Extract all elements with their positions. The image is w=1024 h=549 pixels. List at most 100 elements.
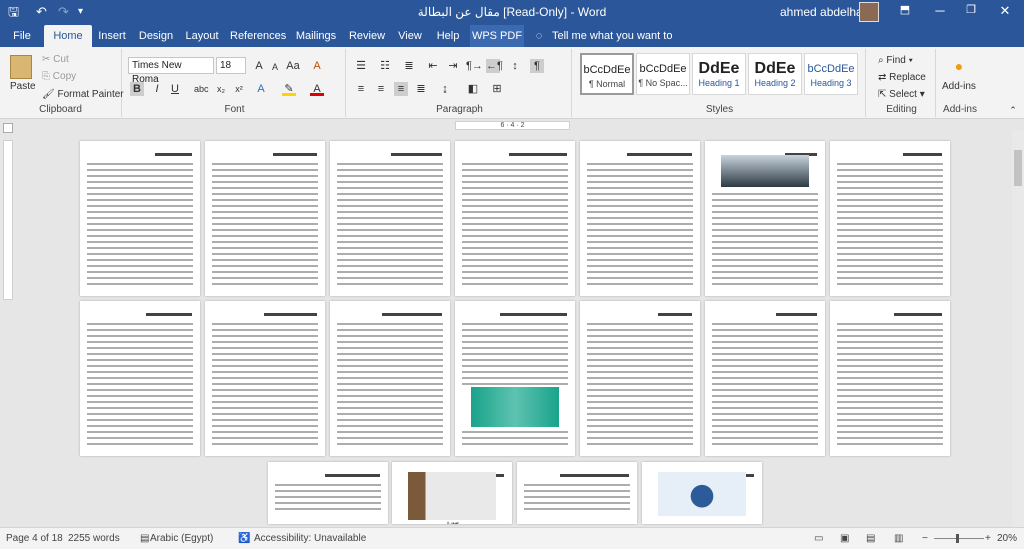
zoom-slider[interactable] bbox=[934, 538, 984, 539]
shrink-font-icon[interactable]: A bbox=[268, 60, 282, 74]
page-thumbnail[interactable] bbox=[517, 462, 637, 524]
zoom-out-icon[interactable]: − bbox=[922, 533, 928, 544]
decrease-indent-icon[interactable]: ⇤ bbox=[426, 59, 440, 73]
page-thumbnail[interactable] bbox=[830, 141, 950, 296]
strikethrough-icon[interactable]: abc bbox=[194, 82, 209, 96]
addins-icon[interactable]: ● bbox=[952, 59, 966, 73]
tab-mailings[interactable]: Mailings bbox=[292, 25, 340, 47]
bold-icon[interactable]: B bbox=[130, 82, 144, 96]
page-thumbnail[interactable] bbox=[705, 301, 825, 456]
ltr-icon[interactable]: ¶→ bbox=[466, 59, 483, 73]
italic-icon[interactable]: I bbox=[150, 82, 164, 96]
vertical-scrollbar[interactable] bbox=[1012, 130, 1024, 527]
word-count[interactable]: 2255 words bbox=[68, 533, 120, 544]
page-thumbnail[interactable] bbox=[580, 141, 700, 296]
grow-font-icon[interactable]: A bbox=[252, 59, 266, 73]
page-thumbnail[interactable] bbox=[642, 462, 762, 524]
ribbon-display-icon[interactable]: ⬒ bbox=[890, 3, 920, 16]
justify-icon[interactable]: ≣ bbox=[414, 82, 428, 96]
font-color-icon[interactable]: A bbox=[310, 82, 324, 96]
tab-design[interactable]: Design bbox=[136, 25, 176, 47]
tab-view[interactable]: View bbox=[394, 25, 426, 47]
highlight-icon[interactable]: ✎ bbox=[282, 82, 296, 96]
align-left-icon[interactable]: ≡ bbox=[354, 82, 368, 96]
page-thumbnail[interactable] bbox=[80, 141, 200, 296]
show-marks-icon[interactable]: ¶ bbox=[530, 59, 544, 73]
style-heading-2[interactable]: DdEe Heading 2 bbox=[748, 53, 802, 95]
tell-me-search[interactable]: Tell me what you want to do bbox=[552, 25, 676, 64]
avatar[interactable] bbox=[859, 2, 879, 22]
tab-file[interactable]: File bbox=[4, 25, 40, 47]
zoom-in-icon[interactable]: + bbox=[985, 533, 991, 544]
page-thumbnail[interactable] bbox=[205, 301, 325, 456]
page-thumbnail[interactable] bbox=[80, 301, 200, 456]
style-heading-1[interactable]: DdEe Heading 1 bbox=[692, 53, 746, 95]
language[interactable]: Arabic (Egypt) bbox=[150, 533, 213, 544]
replace-button[interactable]: ⇄ Replace bbox=[878, 72, 926, 83]
focus-icon[interactable]: ▭ bbox=[814, 533, 823, 544]
underline-icon[interactable]: U bbox=[168, 82, 182, 96]
shading-icon[interactable]: ◧ bbox=[466, 82, 480, 96]
page-thumbnail[interactable] bbox=[330, 141, 450, 296]
font-name-select[interactable]: Times New Roma bbox=[128, 57, 214, 85]
superscript-icon[interactable]: x² bbox=[232, 82, 246, 96]
align-right-icon[interactable]: ≡ bbox=[394, 82, 408, 96]
addins-button[interactable]: Add-ins bbox=[942, 81, 976, 92]
bullets-icon[interactable]: ☰ bbox=[354, 59, 368, 73]
borders-icon[interactable]: ⊞ bbox=[490, 82, 504, 96]
horizontal-ruler[interactable]: 6 · 4 · 2 bbox=[455, 121, 570, 130]
vertical-ruler[interactable] bbox=[3, 140, 13, 300]
copy-button[interactable]: ⎘ Copy bbox=[42, 71, 76, 82]
page-thumbnail[interactable]: صورة bbox=[392, 462, 512, 524]
subscript-icon[interactable]: x₂ bbox=[214, 82, 228, 96]
zoom-slider-handle[interactable] bbox=[956, 534, 959, 543]
line-spacing-icon[interactable]: ↨ bbox=[438, 82, 452, 96]
tab-insert[interactable]: Insert bbox=[94, 25, 130, 47]
page-thumbnail[interactable] bbox=[455, 141, 575, 296]
align-center-icon[interactable]: ≡ bbox=[374, 82, 388, 96]
paste-icon[interactable] bbox=[10, 55, 32, 79]
paste-button[interactable]: Paste bbox=[10, 81, 36, 92]
tab-selector[interactable] bbox=[3, 123, 13, 133]
style-heading-3[interactable]: bCcDdEe Heading 3 bbox=[804, 53, 858, 95]
page-thumbnail[interactable] bbox=[268, 462, 388, 524]
proofing-icon[interactable]: ▤ bbox=[140, 533, 149, 544]
page-thumbnail[interactable] bbox=[455, 301, 575, 456]
tab-wps-pdf[interactable]: WPS PDF bbox=[470, 25, 524, 47]
close-icon[interactable]: ✕ bbox=[990, 3, 1020, 19]
multilevel-list-icon[interactable]: ≣ bbox=[402, 59, 416, 73]
style-normal[interactable]: bCcDdEe ¶ Normal bbox=[580, 53, 634, 95]
accessibility-status[interactable]: Accessibility: Unavailable bbox=[254, 533, 366, 544]
accessibility-icon[interactable]: ♿ bbox=[238, 533, 250, 544]
zoom-level[interactable]: 20% bbox=[997, 533, 1017, 544]
clear-format-icon[interactable]: A bbox=[310, 59, 324, 73]
format-painter-button[interactable]: 🖌 Format Painter bbox=[42, 89, 124, 100]
minimize-icon[interactable]: ─ bbox=[925, 3, 955, 18]
page-thumbnail[interactable] bbox=[580, 301, 700, 456]
tab-layout[interactable]: Layout bbox=[182, 25, 222, 47]
page-thumbnail[interactable] bbox=[830, 301, 950, 456]
page-thumbnail[interactable] bbox=[205, 141, 325, 296]
font-size-select[interactable]: 18 bbox=[216, 57, 246, 74]
find-button[interactable]: ⌕ Find ▾ bbox=[878, 55, 913, 66]
scroll-thumb[interactable] bbox=[1014, 150, 1022, 186]
cut-button[interactable]: ✂ Cut bbox=[42, 54, 69, 65]
style-no-spacing[interactable]: bCcDdEe ¶ No Spac... bbox=[636, 53, 690, 95]
select-button[interactable]: ⇱ Select ▾ bbox=[878, 89, 925, 100]
page-thumbnail[interactable] bbox=[705, 141, 825, 296]
tab-review[interactable]: Review bbox=[346, 25, 388, 47]
print-layout-icon[interactable]: ▤ bbox=[866, 533, 875, 544]
text-effects-icon[interactable]: A bbox=[254, 82, 268, 96]
tab-home[interactable]: Home bbox=[44, 25, 92, 47]
collapse-ribbon-icon[interactable]: ⌃ bbox=[1006, 103, 1020, 117]
increase-indent-icon[interactable]: ⇥ bbox=[446, 59, 460, 73]
page-thumbnail[interactable] bbox=[330, 301, 450, 456]
tab-help[interactable]: Help bbox=[432, 25, 464, 47]
rtl-icon[interactable]: ←¶ bbox=[486, 59, 503, 73]
read-mode-icon[interactable]: ▣ bbox=[840, 533, 849, 544]
restore-icon[interactable]: ❐ bbox=[956, 3, 986, 16]
change-case-icon[interactable]: Aa bbox=[286, 59, 300, 73]
numbering-icon[interactable]: ☷ bbox=[378, 59, 392, 73]
sort-icon[interactable]: ↕ bbox=[508, 59, 522, 73]
web-layout-icon[interactable]: ▥ bbox=[894, 533, 903, 544]
